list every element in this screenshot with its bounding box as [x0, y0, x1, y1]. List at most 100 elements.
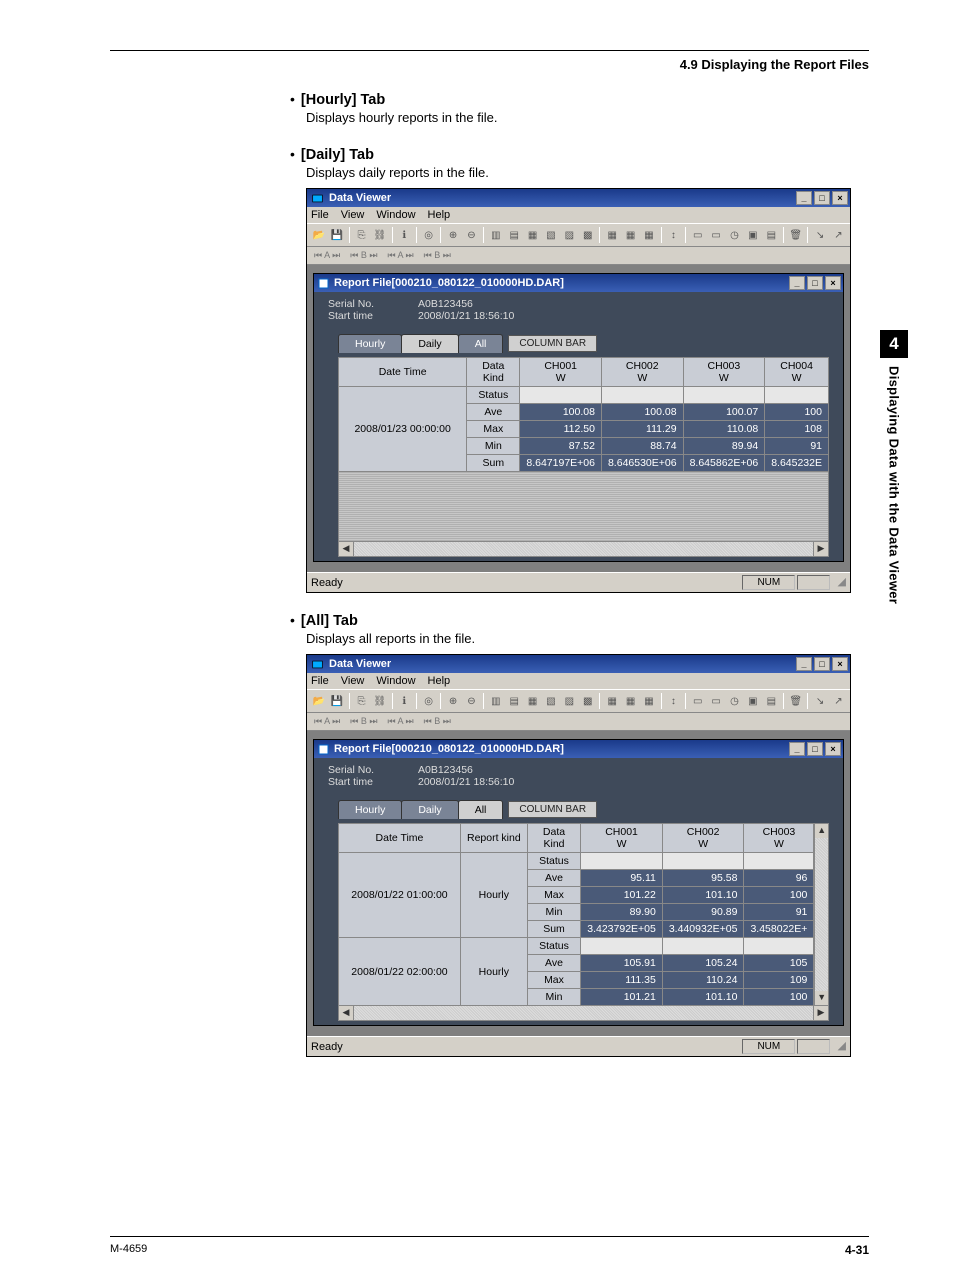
bars6-icon[interactable]: ▩ [579, 692, 596, 710]
trash-icon[interactable]: 🗑 [787, 226, 804, 244]
zoom-out-icon[interactable]: ⊖ [463, 226, 480, 244]
menu-file[interactable]: File [311, 209, 329, 221]
nav-group-2[interactable]: ⏮ B ⏭ [346, 248, 381, 263]
bars5-icon[interactable]: ▨ [561, 692, 578, 710]
zoom-in-icon[interactable]: ⊕ [444, 226, 461, 244]
open-icon[interactable]: 📂 [310, 226, 327, 244]
grid3-icon[interactable]: ▦ [640, 692, 657, 710]
titlebar[interactable]: Data Viewer _ □ × [307, 655, 850, 673]
clock-icon[interactable]: ◷ [726, 692, 743, 710]
minimize-button[interactable]: _ [796, 657, 812, 671]
copy-icon[interactable]: ⎘ [353, 692, 370, 710]
arrow1-icon[interactable]: ↘ [811, 226, 828, 244]
column-bar-button[interactable]: COLUMN BAR [508, 801, 597, 818]
menu-window[interactable]: Window [376, 209, 415, 221]
v-scrollbar[interactable]: ▲ ▼ [814, 823, 829, 1006]
menu-view[interactable]: View [341, 675, 365, 687]
col-ch003[interactable]: CH003W [744, 824, 814, 853]
menu-help[interactable]: Help [428, 209, 451, 221]
inner-maximize-button[interactable]: □ [807, 742, 823, 756]
win1-icon[interactable]: ▭ [689, 692, 706, 710]
arrow1-icon[interactable]: ↘ [811, 692, 828, 710]
bars2-icon[interactable]: ▤ [506, 692, 523, 710]
target-icon[interactable]: ◎ [420, 692, 437, 710]
nav-group-1[interactable]: ⏮ A ⏭ [310, 248, 344, 263]
maximize-button[interactable]: □ [814, 657, 830, 671]
bars2-icon[interactable]: ▤ [506, 226, 523, 244]
link-icon[interactable]: ⛓ [371, 692, 388, 710]
minimize-button[interactable]: _ [796, 191, 812, 205]
col-ch001[interactable]: CH001W [581, 824, 663, 853]
bars-icon[interactable]: ▥ [487, 692, 504, 710]
copy-icon[interactable]: ⎘ [353, 226, 370, 244]
nav-group-3[interactable]: ⏮ A ⏭ [383, 248, 417, 263]
resize-grip-icon[interactable]: ◢ [832, 1039, 846, 1054]
grid1-icon[interactable]: ▦ [603, 692, 620, 710]
col-ch003[interactable]: CH003W [683, 358, 765, 387]
inner-close-button[interactable]: × [825, 742, 841, 756]
column-bar-button[interactable]: COLUMN BAR [508, 335, 597, 352]
h-scrollbar[interactable]: ◀ ▶ [338, 1006, 829, 1021]
info-icon[interactable]: ℹ [396, 692, 413, 710]
tab-daily[interactable]: Daily [401, 800, 458, 819]
folder-icon[interactable]: ▣ [744, 226, 761, 244]
bars3-icon[interactable]: ▦ [524, 226, 541, 244]
link-icon[interactable]: ⛓ [371, 226, 388, 244]
inner-minimize-button[interactable]: _ [789, 742, 805, 756]
target-icon[interactable]: ◎ [420, 226, 437, 244]
col-ch002[interactable]: CH002W [662, 824, 744, 853]
tab-all[interactable]: All [458, 334, 504, 353]
zoom-out-icon[interactable]: ⊖ [463, 692, 480, 710]
table-icon[interactable]: ▤ [763, 692, 780, 710]
grid2-icon[interactable]: ▦ [622, 226, 639, 244]
folder-icon[interactable]: ▣ [744, 692, 761, 710]
arrow2-icon[interactable]: ↗ [830, 692, 847, 710]
inner-close-button[interactable]: × [825, 276, 841, 290]
updown-icon[interactable]: ↕ [665, 692, 682, 710]
close-button[interactable]: × [832, 657, 848, 671]
bars5-icon[interactable]: ▨ [561, 226, 578, 244]
tab-hourly[interactable]: Hourly [338, 334, 402, 353]
menu-view[interactable]: View [341, 209, 365, 221]
trash-icon[interactable]: 🗑 [787, 692, 804, 710]
col-reportkind[interactable]: Report kind [460, 824, 527, 853]
arrow2-icon[interactable]: ↗ [830, 226, 847, 244]
info-icon[interactable]: ℹ [396, 226, 413, 244]
win1-icon[interactable]: ▭ [689, 226, 706, 244]
open-icon[interactable]: 📂 [310, 692, 327, 710]
scroll-up-icon[interactable]: ▲ [815, 824, 828, 838]
tab-all[interactable]: All [458, 800, 504, 819]
nav-group-2[interactable]: ⏮ B ⏭ [346, 714, 381, 729]
nav-group-4[interactable]: ⏮ B ⏭ [420, 714, 455, 729]
win2-icon[interactable]: ▭ [707, 226, 724, 244]
close-button[interactable]: × [832, 191, 848, 205]
scroll-down-icon[interactable]: ▼ [815, 991, 828, 1005]
col-ch001[interactable]: CH001W [520, 358, 602, 387]
scroll-left-icon[interactable]: ◀ [339, 542, 354, 556]
save-icon[interactable]: 💾 [328, 226, 345, 244]
col-datetime[interactable]: Date Time [339, 358, 467, 387]
scroll-left-icon[interactable]: ◀ [339, 1006, 354, 1020]
col-ch004[interactable]: CH004W [765, 358, 829, 387]
maximize-button[interactable]: □ [814, 191, 830, 205]
col-datakind[interactable]: Data Kind [527, 824, 580, 853]
bars4-icon[interactable]: ▧ [542, 692, 559, 710]
bars6-icon[interactable]: ▩ [579, 226, 596, 244]
save-icon[interactable]: 💾 [328, 692, 345, 710]
titlebar[interactable]: Data Viewer _ □ × [307, 189, 850, 207]
bars4-icon[interactable]: ▧ [542, 226, 559, 244]
grid1-icon[interactable]: ▦ [603, 226, 620, 244]
col-datetime[interactable]: Date Time [339, 824, 461, 853]
updown-icon[interactable]: ↕ [665, 226, 682, 244]
menu-help[interactable]: Help [428, 675, 451, 687]
grid2-icon[interactable]: ▦ [622, 692, 639, 710]
bars3-icon[interactable]: ▦ [524, 692, 541, 710]
nav-group-3[interactable]: ⏮ A ⏭ [383, 714, 417, 729]
inner-minimize-button[interactable]: _ [789, 276, 805, 290]
resize-grip-icon[interactable]: ◢ [832, 575, 846, 590]
grid3-icon[interactable]: ▦ [640, 226, 657, 244]
tab-hourly[interactable]: Hourly [338, 800, 402, 819]
h-scrollbar[interactable]: ◀ ▶ [338, 542, 829, 557]
nav-group-1[interactable]: ⏮ A ⏭ [310, 714, 344, 729]
col-ch002[interactable]: CH002W [601, 358, 683, 387]
